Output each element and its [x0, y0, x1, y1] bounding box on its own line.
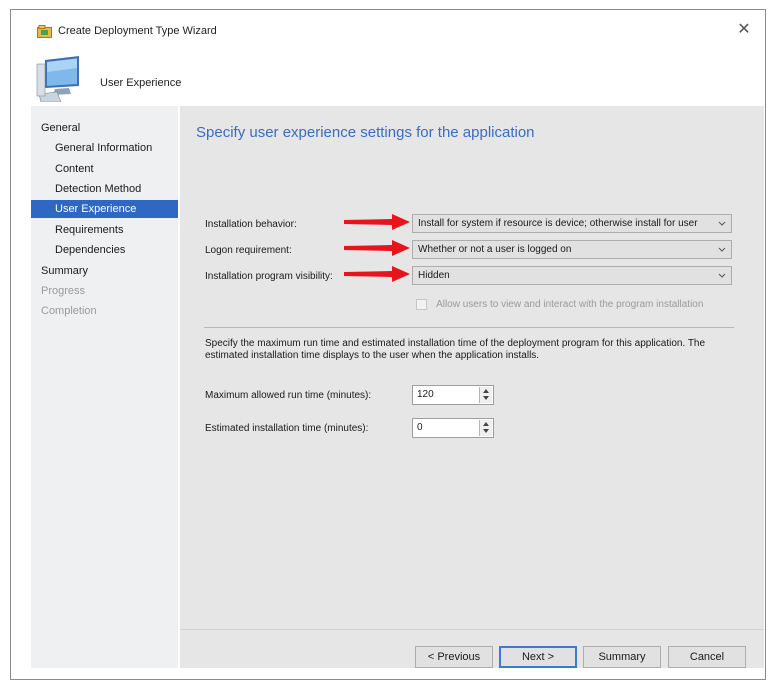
summary-button[interactable]: Summary	[583, 646, 661, 668]
nav-item-dependencies[interactable]: Dependencies	[31, 241, 178, 259]
window-title: Create Deployment Type Wizard	[58, 25, 217, 37]
nav-item-completion: Completion	[41, 305, 97, 317]
max-run-time-value: 120	[417, 389, 434, 400]
header-title: User Experience	[100, 77, 182, 89]
allow-interact-row: Allow users to view and interact with th…	[416, 298, 703, 312]
nav-item-general[interactable]: General	[31, 119, 178, 137]
nav-item-progress: Progress	[41, 285, 86, 297]
wizard-app-icon	[37, 25, 52, 38]
chevron-down-icon	[718, 221, 726, 226]
close-button[interactable]: ✕	[731, 19, 757, 43]
chevron-down-icon	[718, 273, 726, 278]
nav-item-detection-method[interactable]: Detection Method	[31, 180, 178, 198]
spin-down-icon[interactable]	[483, 429, 489, 433]
installation-behavior-label: Installation behavior:	[205, 219, 297, 230]
max-run-time-stepper[interactable]: 120	[412, 385, 494, 405]
nav-item-summary[interactable]: Summary	[31, 262, 178, 280]
wizard-nav: General General Information Content Dete…	[31, 106, 178, 668]
estimated-time-stepper[interactable]: 0	[412, 418, 494, 438]
estimated-time-value: 0	[417, 422, 423, 433]
red-arrow-icon	[344, 266, 410, 282]
red-arrow-icon	[344, 214, 410, 230]
nav-item-general-information[interactable]: General Information	[31, 139, 178, 157]
program-visibility-value: Hidden	[418, 270, 450, 281]
program-visibility-label: Installation program visibility:	[205, 271, 333, 282]
estimated-time-label: Estimated installation time (minutes):	[205, 423, 369, 434]
logon-requirement-value: Whether or not a user is logged on	[418, 244, 572, 255]
previous-button[interactable]: < Previous	[415, 646, 493, 668]
logon-requirement-select[interactable]: Whether or not a user is logged on	[412, 240, 732, 259]
logon-requirement-label: Logon requirement:	[205, 245, 292, 256]
installation-behavior-select[interactable]: Install for system if resource is device…	[412, 214, 732, 233]
footer-divider	[180, 629, 764, 630]
cancel-button[interactable]: Cancel	[668, 646, 746, 668]
computer-monitor-icon	[36, 56, 79, 102]
nav-item-user-experience[interactable]: User Experience	[31, 200, 178, 218]
spin-buttons[interactable]	[479, 420, 492, 436]
section-divider	[204, 327, 734, 328]
chevron-down-icon	[718, 247, 726, 252]
page-title: Specify user experience settings for the…	[196, 124, 535, 141]
spin-down-icon[interactable]	[483, 396, 489, 400]
wizard-header: User Experience	[11, 44, 765, 106]
wizard-content: Specify user experience settings for the…	[180, 106, 764, 668]
spin-up-icon[interactable]	[483, 422, 489, 426]
installation-behavior-value: Install for system if resource is device…	[418, 218, 698, 229]
run-time-description: Specify the maximum run time and estimat…	[205, 338, 706, 361]
next-button[interactable]: Next >	[499, 646, 577, 668]
max-run-time-label: Maximum allowed run time (minutes):	[205, 390, 372, 401]
spin-buttons[interactable]	[479, 387, 492, 403]
spin-up-icon[interactable]	[483, 389, 489, 393]
nav-item-requirements[interactable]: Requirements	[31, 221, 178, 239]
program-visibility-select[interactable]: Hidden	[412, 266, 732, 285]
title-bar: Create Deployment Type Wizard ✕	[11, 10, 765, 44]
nav-item-content[interactable]: Content	[31, 160, 178, 178]
allow-interact-label: Allow users to view and interact with th…	[436, 298, 704, 310]
wizard-window: Create Deployment Type Wizard ✕ User Exp…	[10, 9, 766, 680]
red-arrow-icon	[344, 240, 410, 256]
allow-interact-checkbox[interactable]	[416, 298, 427, 310]
